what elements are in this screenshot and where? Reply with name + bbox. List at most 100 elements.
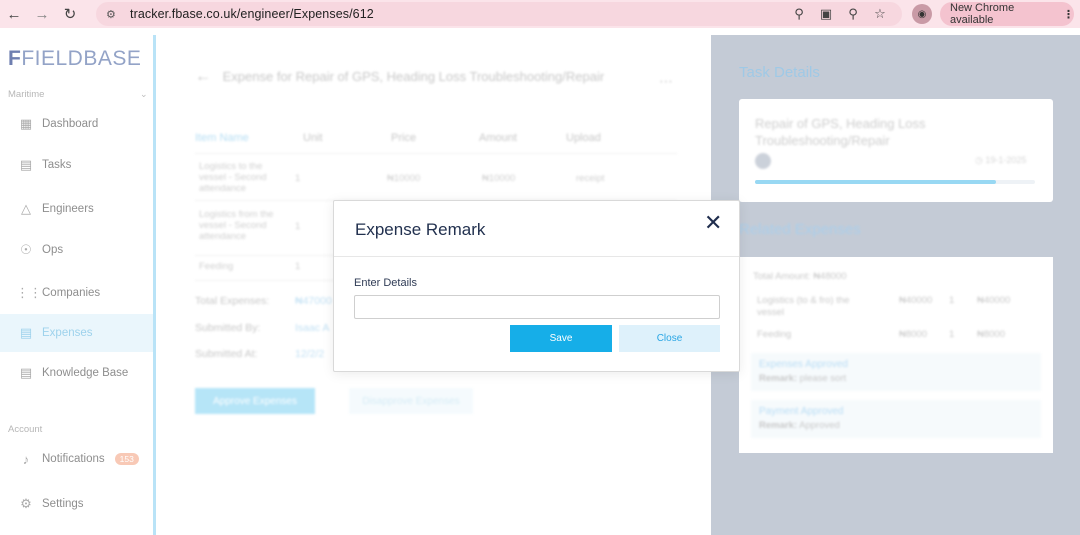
key-icon[interactable]: ⚲ (791, 6, 807, 22)
app-logo: FFIELDBASE (8, 47, 142, 70)
dots-grid-icon: ⋮⋮ (16, 285, 42, 300)
sidebar-item-label: Knowledge Base (42, 367, 129, 379)
task-details-title: Task Details (739, 64, 820, 81)
related-item-name: Logistics (to & fro) the vessel (757, 295, 850, 318)
assignee-avatar (755, 153, 771, 169)
related-item-unit: 1 (949, 329, 955, 340)
more-options-icon[interactable]: ⋯ (659, 73, 673, 90)
sidebar-item-label: Ops (42, 244, 64, 256)
page-title: ← Expense for Repair of GPS, Heading Los… (195, 68, 604, 86)
task-progress-bar (755, 180, 1035, 184)
new-chrome-button[interactable]: New Chrome available ⋮ (940, 2, 1074, 26)
sidebar-item-engineers[interactable]: △ Engineers (0, 190, 153, 228)
status-remark: Remark: Approved (759, 420, 840, 431)
menu-dots-icon: ⋮ (1063, 8, 1074, 21)
approve-expenses-button[interactable]: Approve Expenses (195, 388, 315, 414)
back-arrow-icon[interactable]: ← (195, 68, 211, 85)
cell-item: Logistics from the vessel - Second atten… (199, 209, 274, 242)
clipboard-icon: ▤ (19, 157, 33, 172)
cell-upload[interactable]: receipt (576, 173, 605, 184)
details-input[interactable] (354, 295, 720, 319)
sidebar-item-settings[interactable]: ⚙ Settings (0, 485, 153, 523)
related-item-name: Feeding (757, 329, 792, 340)
section-label-maritime: Maritime (8, 89, 45, 100)
task-date-text: 19-1-2025 (985, 155, 1027, 165)
save-button[interactable]: Save (510, 325, 612, 352)
task-card[interactable]: Repair of GPS, Heading Loss Troubleshoot… (739, 99, 1053, 202)
receipt-icon: ▤ (19, 325, 33, 340)
gear-icon: ⚙ (20, 496, 32, 511)
remark-text: please sort (799, 373, 847, 384)
install-icon[interactable]: ▣ (818, 6, 834, 22)
back-arrow-icon[interactable]: ← (0, 0, 28, 28)
forward-arrow-icon[interactable]: → (28, 0, 56, 28)
sidebar-item-dashboard[interactable]: ▦ Dashboard (0, 105, 153, 143)
sidebar-item-label: Companies (42, 287, 101, 299)
new-chrome-label: New Chrome available (950, 2, 1015, 26)
status-payment-approved: Payment Approved Remark: Approved (751, 400, 1041, 438)
task-details-panel: Task Details Repair of GPS, Heading Loss… (711, 35, 1080, 535)
notification-count-badge: 153 (114, 453, 139, 465)
status-title: Payment Approved (759, 406, 844, 417)
section-label-account: Account (8, 424, 43, 435)
sidebar-item-ops[interactable]: ☉ Ops (0, 231, 153, 269)
address-bar[interactable]: ⚙ tracker.fbase.co.uk/engineer/Expenses/… (96, 2, 902, 26)
cell-item: Logistics to the vessel - Second attenda… (199, 161, 267, 194)
profile-avatar-icon[interactable]: ◉ (912, 4, 932, 24)
sidebar-item-tasks[interactable]: ▤ Tasks (0, 146, 153, 184)
modal-divider (334, 256, 739, 257)
close-icon[interactable]: ✕ (704, 212, 722, 234)
submitted-at-label: Submitted At: (195, 348, 258, 360)
sidebar-item-companies[interactable]: ⋮⋮ Companies (0, 274, 153, 312)
remark-label: Remark: (759, 373, 798, 384)
column-header: Price (391, 132, 417, 144)
total-label: Total Expenses: (195, 295, 270, 307)
submitted-by-value[interactable]: Isaac A (295, 322, 329, 334)
modal-title: Expense Remark (355, 220, 486, 239)
related-item-unit: 1 (949, 295, 955, 306)
total-amount: Total Amount: ₦48000 (753, 271, 847, 282)
disapprove-expenses-button[interactable]: Disapprove Expenses (349, 388, 473, 414)
sidebar-item-label: Settings (42, 498, 84, 510)
sidebar-item-label: Notifications (42, 453, 105, 465)
close-button[interactable]: Close (619, 325, 720, 352)
sidebar-item-label: Engineers (42, 203, 94, 215)
task-card-title: Repair of GPS, Heading Loss Troubleshoot… (755, 116, 926, 148)
hardhat-icon: △ (21, 201, 31, 216)
table-divider (195, 153, 677, 154)
submitted-by-label: Submitted By: (195, 322, 261, 334)
sidebar-item-knowledge-base[interactable]: ▤ Knowledge Base (0, 354, 153, 392)
related-item-amount: ₦40000 (977, 295, 1011, 306)
site-settings-icon[interactable]: ⚙ (106, 7, 120, 21)
cell-unit: 1 (295, 221, 301, 232)
remark-label: Remark: (759, 420, 798, 431)
zoom-icon[interactable]: ⚲ (845, 6, 861, 22)
status-remark: Remark: please sort (759, 373, 846, 384)
cell-item: Feeding (199, 261, 234, 272)
reload-icon[interactable]: ↻ (56, 0, 84, 28)
sidebar-item-label: Expenses (42, 327, 93, 339)
sidebar: FFIELDBASE Maritime ⌄ ▦ Dashboard ▤ Task… (0, 35, 156, 535)
cell-amount: ₦10000 (482, 173, 516, 184)
cell-unit: 1 (295, 173, 301, 184)
sidebar-item-expenses[interactable]: ▤ Expenses (0, 314, 153, 352)
status-title: Expenses Approved (759, 359, 848, 370)
enter-details-label: Enter Details (354, 277, 417, 289)
related-expenses-title: Related Expenses (739, 221, 861, 238)
sidebar-item-label: Tasks (42, 159, 72, 171)
url-text[interactable]: tracker.fbase.co.uk/engineer/Expenses/61… (130, 7, 374, 21)
page-title-text: Expense for Repair of GPS, Heading Loss … (222, 69, 605, 84)
chevron-down-icon[interactable]: ⌄ (140, 89, 148, 100)
column-header: Amount (479, 132, 517, 144)
expense-remark-modal: Expense Remark ✕ Enter Details Save Clos… (333, 200, 740, 372)
remark-text: Approved (799, 420, 840, 431)
browser-toolbar: ← → ↻ ⚙ tracker.fbase.co.uk/engineer/Exp… (0, 0, 1080, 28)
ops-icon: ☉ (20, 242, 32, 257)
task-progress-fill (755, 180, 996, 184)
sidebar-item-notifications[interactable]: ♪ Notifications 153 (0, 440, 153, 478)
bell-icon: ♪ (22, 451, 30, 467)
cell-unit: 1 (295, 261, 301, 272)
status-expenses-approved: Expenses Approved Remark: please sort (751, 353, 1041, 391)
bookmark-star-icon[interactable]: ☆ (872, 6, 888, 22)
cell-price: ₦10000 (387, 173, 421, 184)
